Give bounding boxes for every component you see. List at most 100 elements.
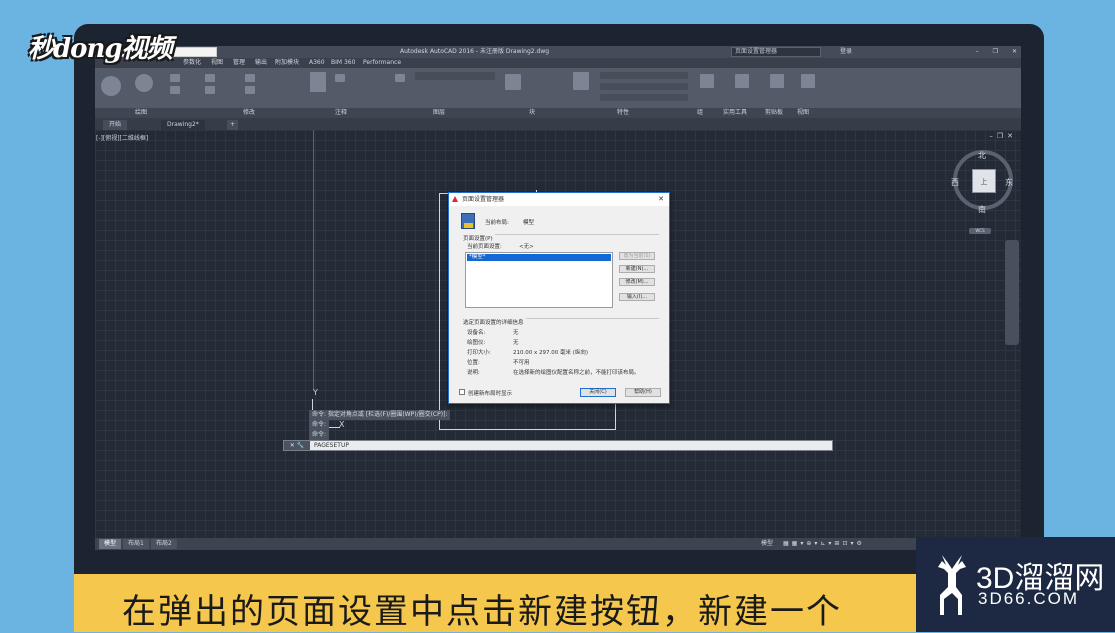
copy-icon[interactable] <box>205 74 215 82</box>
sign-in-button[interactable]: 登录 <box>840 46 852 58</box>
search-input[interactable]: 页面设置管理器 <box>731 47 821 57</box>
window-title: Autodesk AutoCAD 2016 - 未注册版 Drawing2.dw… <box>400 48 550 55</box>
panel-layers[interactable]: 图层 <box>433 108 445 118</box>
command-line-tools[interactable]: ✕ 🔧 <box>284 441 310 450</box>
layer-properties-icon[interactable] <box>395 74 405 82</box>
detail-value: 在选择新的绘图仪配置名称之前，不能打印该布局。 <box>513 370 640 376</box>
measure-icon[interactable] <box>735 74 749 88</box>
tab-start[interactable]: 开始 <box>103 120 128 130</box>
viewport-window-controls[interactable]: –❐✕ <box>989 132 1017 140</box>
list-item[interactable]: *模型* <box>467 254 611 261</box>
status-toggles[interactable]: ▦▦▾⊕▾⊾▾⊞⊡▾⚙ <box>783 538 865 550</box>
tab-addins[interactable]: 附加模块 <box>275 58 299 68</box>
tab-view[interactable]: 视图 <box>211 58 223 68</box>
detail-value: 无 <box>513 330 519 336</box>
move-icon[interactable] <box>170 74 180 82</box>
panel-annotation[interactable]: 注释 <box>335 108 347 118</box>
panel-draw[interactable]: 绘图 <box>135 108 147 118</box>
set-current-button[interactable]: 置为当前(S) <box>619 252 655 260</box>
file-tabs: 开始 Drawing2* + <box>95 118 1021 130</box>
viewcube-top-face[interactable]: 上 <box>972 169 996 193</box>
tab-bim360[interactable]: BIM 360 <box>331 58 355 68</box>
detail-value: 无 <box>513 340 519 346</box>
rotate-icon[interactable] <box>170 86 180 94</box>
help-button[interactable]: 帮助(H) <box>625 388 661 397</box>
tab-parametric[interactable]: 参数化 <box>183 58 201 68</box>
fillet-icon[interactable] <box>245 86 255 94</box>
import-button[interactable]: 输入(I)... <box>619 293 655 301</box>
wcs-menu[interactable]: WCS <box>969 228 991 234</box>
detail-label: 说明: <box>467 370 480 376</box>
layer-dropdown[interactable] <box>415 72 495 80</box>
brand-domain: 3D66.COM <box>978 589 1080 608</box>
show-on-new-layout-checkbox[interactable] <box>459 389 465 395</box>
layout-tab-1[interactable]: 布局1 <box>123 539 149 549</box>
panel-utilities[interactable]: 实用工具 <box>723 108 747 118</box>
layout-tab-2[interactable]: 布局2 <box>151 539 177 549</box>
details-group: 选定页面设置的详细信息 设备名: 无 绘图仪: 无 打印大小: 210.00 x… <box>463 318 659 380</box>
panel-block[interactable]: 块 <box>529 108 535 118</box>
panel-modify[interactable]: 修改 <box>243 108 255 118</box>
compass-west[interactable]: 西 <box>951 177 959 188</box>
trim-icon[interactable] <box>245 74 255 82</box>
new-tab-icon[interactable]: + <box>227 120 239 130</box>
modify-button[interactable]: 修改(M)... <box>619 278 655 286</box>
command-history: 命令: 指定对角点或 [栏选(F)/圈围(WP)/圈交(CP)]: 命令: 命令… <box>309 410 451 440</box>
panel-properties[interactable]: 特性 <box>617 108 629 118</box>
new-button[interactable]: 新建(N)... <box>619 265 655 273</box>
line-tool-icon[interactable] <box>101 76 121 96</box>
model-space-button[interactable]: 模型 <box>761 538 773 550</box>
brand-badge: 3D溜溜网 3D66.COM <box>916 537 1115 632</box>
detail-label: 位置: <box>467 360 480 366</box>
minimize-icon[interactable]: – <box>976 46 979 58</box>
current-page-setup-value: <无> <box>519 244 534 250</box>
dimension-icon[interactable] <box>335 74 345 82</box>
tab-manage[interactable]: 管理 <box>233 58 245 68</box>
circle-tool-icon[interactable] <box>135 74 153 92</box>
autocad-logo-icon <box>452 196 458 202</box>
tab-drawing2[interactable]: Drawing2* <box>161 120 205 130</box>
detail-label: 打印大小: <box>467 350 491 356</box>
subtitle-bar: 在弹出的页面设置中点击新建按钮，新建一个 <box>74 574 916 632</box>
panel-view[interactable]: 视图 <box>797 108 809 118</box>
close-icon[interactable]: ✕ <box>1012 46 1017 58</box>
current-layout-value: 模型 <box>523 220 535 226</box>
compass-east[interactable]: 东 <box>1005 177 1013 188</box>
tab-output[interactable]: 输出 <box>255 58 267 68</box>
close-button[interactable]: 关闭(C) <box>580 388 616 397</box>
tab-a360[interactable]: A360 <box>309 58 325 68</box>
ribbon-tabs: 参数化 视图 管理 输出 附加模块 A360 BIM 360 Performan… <box>95 58 1021 68</box>
layout-tab-model[interactable]: 模型 <box>99 539 122 549</box>
panel-clipboard[interactable]: 剪贴板 <box>765 108 783 118</box>
base-view-icon[interactable] <box>801 74 815 88</box>
match-properties-icon[interactable] <box>573 72 589 90</box>
restore-icon[interactable]: ❐ <box>993 46 998 58</box>
deer-logo-icon <box>938 555 966 615</box>
paste-icon[interactable] <box>770 74 784 88</box>
panel-groups[interactable]: 组 <box>697 108 703 118</box>
lineweight-dropdown[interactable] <box>600 94 688 101</box>
command-line-text[interactable]: PAGESETUP <box>314 441 349 451</box>
detail-label: 设备名: <box>467 330 486 336</box>
linetype-dropdown[interactable] <box>600 83 688 90</box>
dialog-close-icon[interactable]: ✕ <box>658 193 664 206</box>
detail-value: 210.00 x 297.00 毫米 (纵向) <box>513 350 589 356</box>
autocad-window: Autodesk AutoCAD 2016 - 未注册版 Drawing2.dw… <box>95 46 1021 550</box>
tab-performance[interactable]: Performance <box>363 58 401 68</box>
navigation-bar[interactable] <box>1005 240 1019 345</box>
color-dropdown[interactable] <box>600 72 688 79</box>
y-axis-line <box>313 130 314 390</box>
layout-icon <box>461 213 475 229</box>
viewport-controls[interactable]: [-][俯视][二维线框] <box>96 133 148 142</box>
insert-block-icon[interactable] <box>505 74 521 90</box>
page-setup-list[interactable]: *模型* <box>465 252 613 308</box>
page-setup-manager-dialog: 页面设置管理器 ✕ 当前布局: 模型 页面设置(P) 当前页面设置: <无> *… <box>448 192 670 404</box>
title-bar: Autodesk AutoCAD 2016 - 未注册版 Drawing2.dw… <box>95 46 1021 58</box>
compass-south[interactable]: 南 <box>978 204 986 215</box>
text-icon[interactable] <box>310 72 326 92</box>
compass-north[interactable]: 北 <box>978 150 986 161</box>
command-line[interactable]: ✕ 🔧 PAGESETUP <box>283 440 833 451</box>
mirror-icon[interactable] <box>205 86 215 94</box>
group-icon[interactable] <box>700 74 714 88</box>
subtitle-text: 在弹出的页面设置中点击新建按钮，新建一个 <box>122 592 842 632</box>
